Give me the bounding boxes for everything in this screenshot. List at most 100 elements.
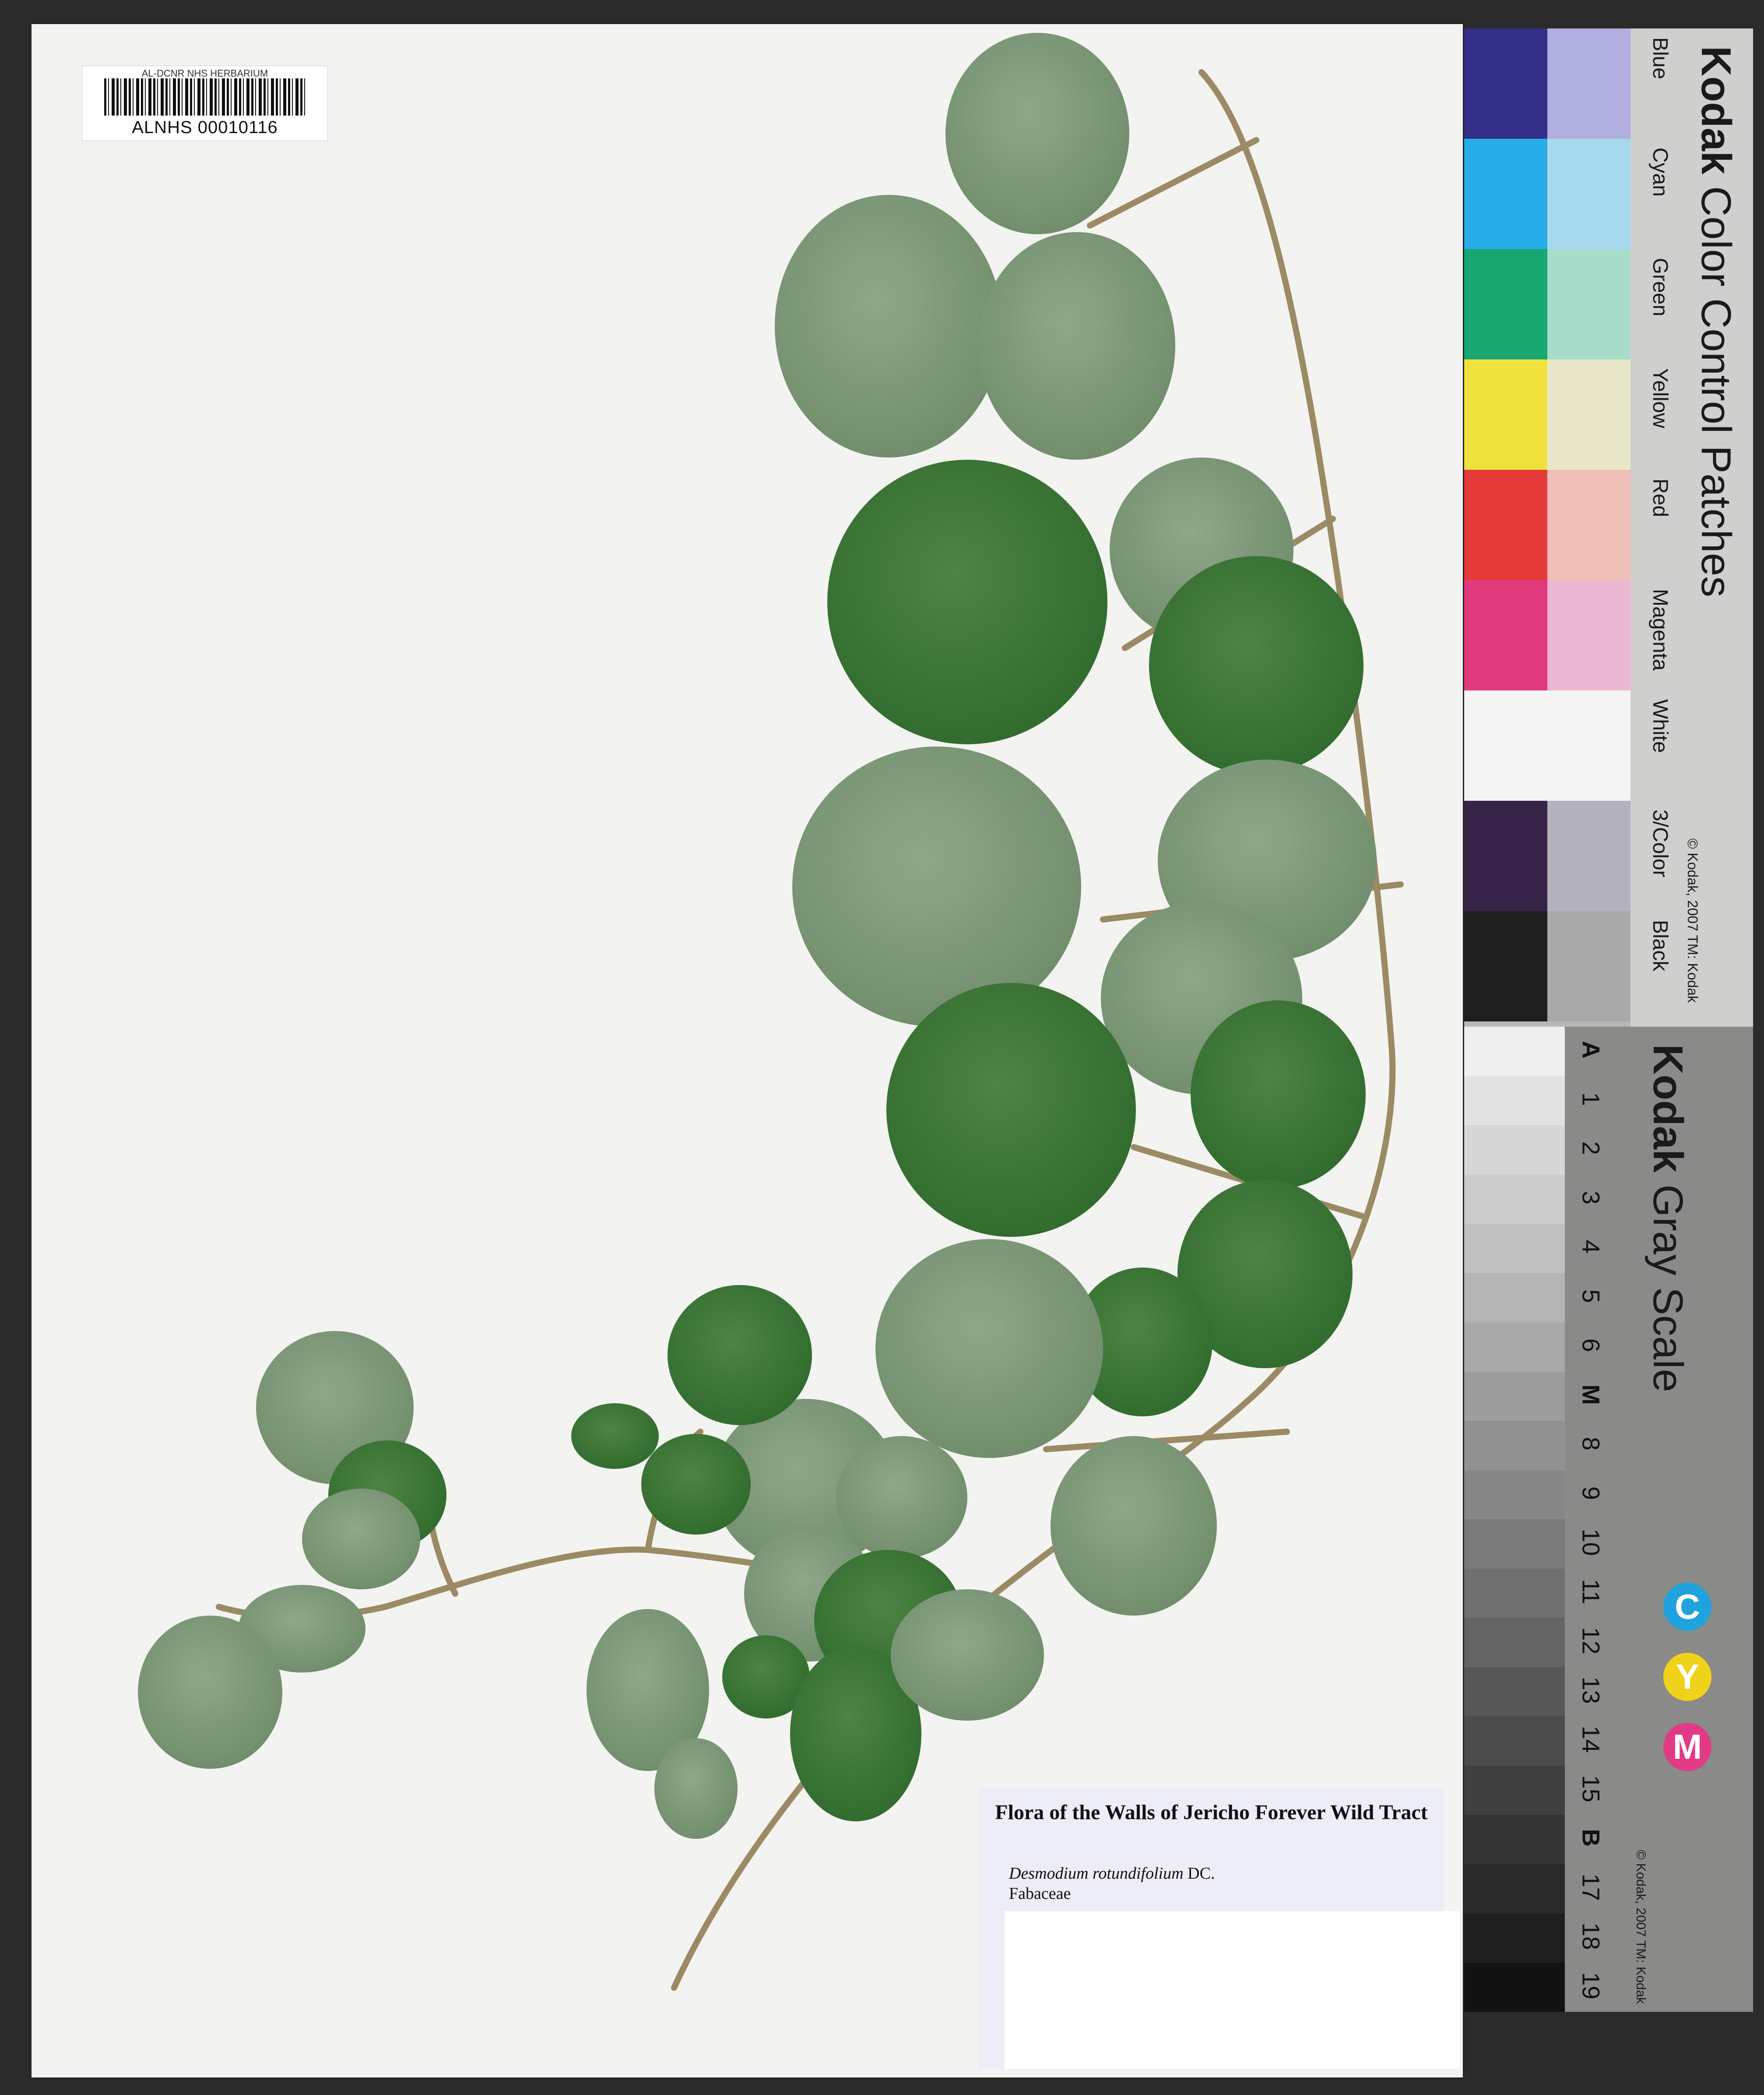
color-patch-light <box>1547 690 1630 801</box>
color-card-title: Kodak Color Control Patches <box>1692 46 1740 597</box>
cym-circle: C <box>1663 1583 1711 1631</box>
gray-step <box>1464 1125 1565 1175</box>
leaf <box>641 1434 751 1535</box>
color-patch-dark <box>1464 580 1547 690</box>
species-name: Desmodium rotundifolium DC. <box>1009 1864 1215 1883</box>
color-patch-label: 3/Color <box>1648 810 1672 877</box>
gray-step-label: 18 <box>1577 1922 1605 1950</box>
gray-step-label: 8 <box>1577 1437 1605 1451</box>
color-patch-label: White <box>1648 699 1672 753</box>
color-patch-label: Magenta <box>1648 589 1672 671</box>
cym-circle: Y <box>1663 1653 1711 1701</box>
leaf <box>836 1436 967 1559</box>
gray-step <box>1464 1815 1565 1864</box>
gray-step-label: 17 <box>1577 1873 1605 1901</box>
leaf <box>302 1489 420 1589</box>
species-author: DC. <box>1188 1864 1215 1883</box>
gray-step <box>1464 1027 1565 1076</box>
color-patch-light <box>1547 28 1630 139</box>
gray-step-label: 14 <box>1577 1725 1605 1753</box>
leaf <box>891 1589 1044 1721</box>
gray-step-label: 19 <box>1577 1972 1605 2000</box>
leaf <box>792 746 1081 1027</box>
gray-step <box>1464 1519 1565 1569</box>
leaf <box>138 1616 282 1769</box>
gray-step-label: A <box>1577 1041 1605 1059</box>
leaf <box>571 1403 659 1469</box>
gray-step-label: 11 <box>1577 1578 1605 1605</box>
gray-step <box>1464 1174 1565 1224</box>
color-patch-dark <box>1464 690 1547 801</box>
species-binomial: Desmodium rotundifolium <box>1009 1864 1184 1883</box>
redacted-area <box>1005 1911 1460 2069</box>
color-patch-dark <box>1464 28 1547 139</box>
label-title: Flora of the Walls of Jericho Forever Wi… <box>995 1801 1428 1824</box>
leaf <box>886 983 1136 1237</box>
gray-step <box>1464 1371 1565 1421</box>
color-patch-label: Red <box>1648 479 1672 518</box>
color-patch-dark <box>1464 139 1547 249</box>
color-patch-light <box>1547 470 1630 580</box>
gray-step <box>1464 1913 1565 1963</box>
gray-step <box>1464 1765 1565 1815</box>
gray-step <box>1464 1273 1565 1322</box>
color-patch-dark <box>1464 801 1547 911</box>
gray-step <box>1464 1716 1565 1766</box>
gray-step-label: 12 <box>1577 1627 1605 1655</box>
color-card-heading: Color Control Patches <box>1693 186 1739 598</box>
gray-step-label: B <box>1577 1829 1605 1847</box>
leaf <box>775 195 1002 458</box>
leaf <box>1191 1000 1366 1189</box>
color-patch-light <box>1547 359 1630 470</box>
leaf <box>668 1285 812 1425</box>
gray-scale-card: Kodak Gray Scale A 1 2 3 4 5 6 M 8 9 10 11 12 13 14 15 B… <box>1464 1027 1753 2012</box>
leaf <box>945 33 1129 234</box>
gray-step <box>1464 1864 1565 1913</box>
gray-step-label: 10 <box>1577 1528 1605 1556</box>
color-card-copyright: © Kodak, 2007 TM: Kodak <box>1685 838 1701 1003</box>
leaf <box>1149 556 1363 775</box>
gray-step-label: 15 <box>1577 1775 1605 1803</box>
color-patch-light <box>1547 580 1630 690</box>
gray-step <box>1464 1076 1565 1125</box>
color-patch-dark <box>1464 470 1547 580</box>
color-patch-label: Blue <box>1648 37 1672 80</box>
gray-step <box>1464 1224 1565 1273</box>
leaves <box>138 33 1377 1839</box>
gray-step-label: 13 <box>1577 1676 1605 1704</box>
gray-step <box>1464 1470 1565 1519</box>
gray-step <box>1464 1962 1565 2012</box>
gray-step-label: 2 <box>1577 1141 1605 1155</box>
gray-step <box>1464 1421 1565 1470</box>
gray-scale-title: Kodak Gray Scale <box>1644 1044 1692 1392</box>
gray-scale-heading: Gray Scale <box>1645 1184 1691 1392</box>
color-card-brand: Kodak <box>1693 46 1739 175</box>
color-patch-label: Black <box>1648 920 1672 972</box>
color-patch-dark <box>1464 359 1547 470</box>
color-card-strip: Kodak Color Control Patches © Kodak, 200… <box>1630 28 1753 1027</box>
leaf <box>1051 1436 1217 1616</box>
color-patch-label: Yellow <box>1648 368 1672 428</box>
gray-step <box>1464 1667 1565 1716</box>
leaf <box>654 1738 738 1839</box>
color-patch-light <box>1547 801 1630 911</box>
color-patch-dark <box>1464 249 1547 359</box>
gray-step-label: M <box>1577 1384 1605 1405</box>
gray-step-label: 9 <box>1577 1486 1605 1500</box>
gray-step-label: 6 <box>1577 1338 1605 1352</box>
color-patch-label: Green <box>1648 258 1672 317</box>
color-patch-dark <box>1464 911 1547 1021</box>
gray-step-label: 5 <box>1577 1289 1605 1303</box>
specimen-label: Flora of the Walls of Jericho Forever Wi… <box>978 1789 1460 2069</box>
gray-step-label: 1 <box>1577 1092 1605 1106</box>
family-name: Fabaceae <box>1009 1884 1071 1903</box>
gray-scale-copyright: © Kodak, 2007 TM: Kodak <box>1634 1850 1648 2004</box>
gray-scale-brand: Kodak <box>1645 1044 1691 1173</box>
cym-circle: M <box>1663 1723 1711 1771</box>
color-patch-light <box>1547 139 1630 249</box>
color-control-card: Kodak Color Control Patches © Kodak, 200… <box>1464 28 1753 1027</box>
gray-step-label: 4 <box>1577 1239 1605 1254</box>
color-patch-light <box>1547 249 1630 359</box>
leaf <box>827 460 1107 744</box>
gray-step <box>1464 1568 1565 1618</box>
